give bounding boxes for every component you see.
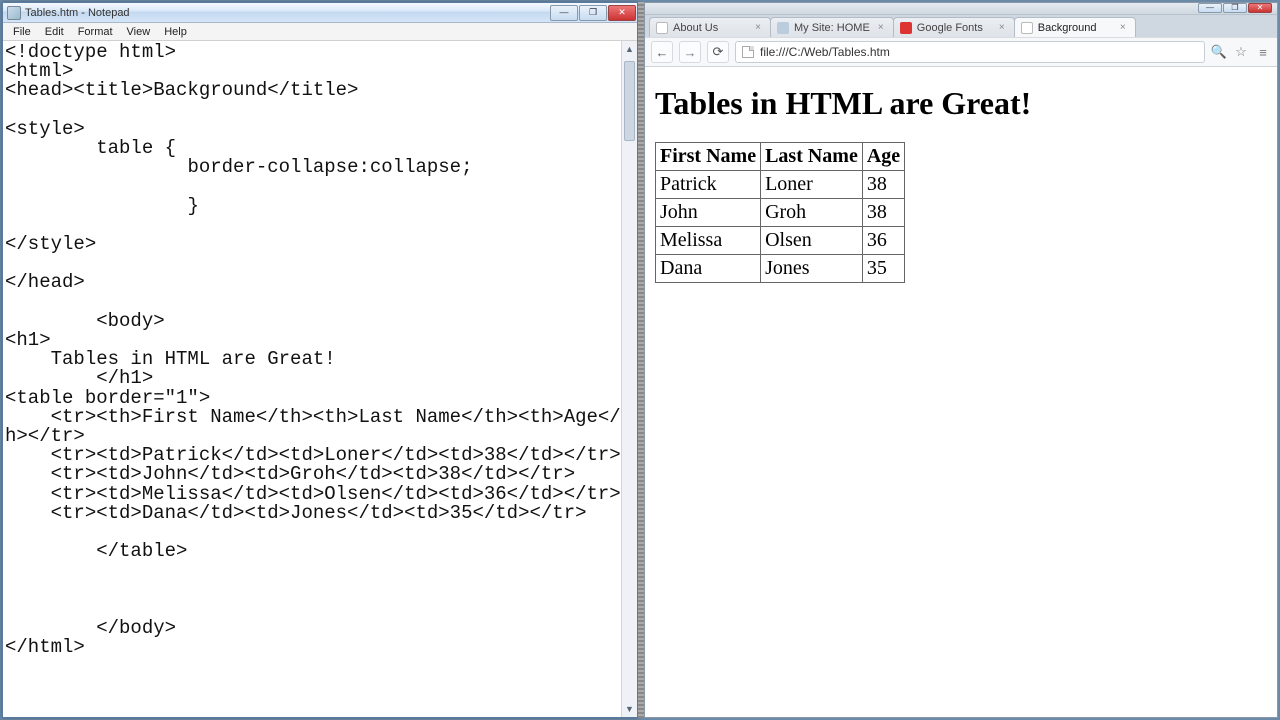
scroll-thumb[interactable]: [624, 61, 635, 141]
scroll-down-arrow-icon[interactable]: ▼: [622, 701, 637, 717]
tab-about-us[interactable]: About Us ×: [649, 17, 771, 37]
table-header-row: First Name Last Name Age: [656, 143, 905, 171]
tab-close-icon[interactable]: ×: [752, 22, 764, 34]
page-heading: Tables in HTML are Great!: [655, 85, 1267, 122]
table-header: Age: [862, 143, 904, 171]
chrome-minimize-button[interactable]: —: [1198, 3, 1222, 13]
menu-hamburger-icon[interactable]: ≡: [1255, 44, 1271, 60]
table-header: First Name: [656, 143, 761, 171]
table-header: Last Name: [761, 143, 863, 171]
tab-label: Background: [1038, 22, 1112, 34]
notepad-titlebar[interactable]: Tables.htm - Notepad — ❐ ✕: [3, 3, 637, 23]
tab-close-icon[interactable]: ×: [996, 22, 1008, 34]
tab-background[interactable]: Background ×: [1014, 17, 1136, 37]
tab-label: About Us: [673, 22, 747, 34]
chrome-rendered-page[interactable]: Tables in HTML are Great! First Name Las…: [645, 67, 1277, 717]
table-row: Melissa Olsen 36: [656, 227, 905, 255]
chrome-tabstrip: About Us × My Site: HOME × Google Fonts …: [645, 15, 1277, 37]
tab-label: My Site: HOME: [794, 22, 870, 34]
chrome-close-button[interactable]: ✕: [1248, 3, 1272, 13]
menu-file[interactable]: File: [7, 25, 37, 39]
chrome-toolbar: ← → ⟳ file:///C:/Web/Tables.htm 🔍 ☆ ≡: [645, 37, 1277, 67]
close-button[interactable]: ✕: [608, 5, 636, 21]
tab-label: Google Fonts: [917, 22, 991, 34]
notepad-scrollbar[interactable]: ▲ ▼: [621, 41, 637, 717]
data-table: First Name Last Name Age Patrick Loner 3…: [655, 142, 905, 283]
notepad-body: <!doctype html> <html> <head><title>Back…: [3, 41, 637, 717]
tab-close-icon[interactable]: ×: [875, 22, 887, 34]
back-button[interactable]: ←: [651, 41, 673, 63]
address-bar[interactable]: file:///C:/Web/Tables.htm: [735, 41, 1205, 63]
menu-help[interactable]: Help: [158, 25, 193, 39]
menu-edit[interactable]: Edit: [39, 25, 70, 39]
notepad-title: Tables.htm - Notepad: [25, 7, 550, 19]
url-text: file:///C:/Web/Tables.htm: [760, 45, 890, 59]
notepad-text-area[interactable]: <!doctype html> <html> <head><title>Back…: [3, 41, 637, 717]
reload-button[interactable]: ⟳: [707, 41, 729, 63]
forward-button[interactable]: →: [679, 41, 701, 63]
menu-view[interactable]: View: [121, 25, 157, 39]
notepad-menubar: File Edit Format View Help: [3, 23, 637, 41]
tab-my-site-home[interactable]: My Site: HOME ×: [770, 17, 894, 37]
bookmark-star-icon[interactable]: ☆: [1233, 44, 1249, 60]
notepad-app-icon: [7, 6, 21, 20]
maximize-button[interactable]: ❐: [579, 5, 607, 21]
favicon-icon: [656, 22, 668, 34]
minimize-button[interactable]: —: [550, 5, 578, 21]
chrome-maximize-button[interactable]: ❐: [1223, 3, 1247, 13]
notepad-window: Tables.htm - Notepad — ❐ ✕ File Edit For…: [2, 2, 638, 718]
favicon-icon: [777, 22, 789, 34]
chrome-window: — ❐ ✕ About Us × My Site: HOME × Google …: [644, 2, 1278, 718]
table-row: Patrick Loner 38: [656, 171, 905, 199]
scroll-up-arrow-icon[interactable]: ▲: [622, 41, 637, 57]
zoom-icon[interactable]: 🔍: [1211, 44, 1227, 60]
favicon-icon: [1021, 22, 1033, 34]
tab-google-fonts[interactable]: Google Fonts ×: [893, 17, 1015, 37]
chrome-frame-top[interactable]: — ❐ ✕: [645, 3, 1277, 15]
table-row: John Groh 38: [656, 199, 905, 227]
favicon-icon: [900, 22, 912, 34]
tab-close-icon[interactable]: ×: [1117, 22, 1129, 34]
menu-format[interactable]: Format: [72, 25, 119, 39]
table-row: Dana Jones 35: [656, 255, 905, 283]
file-icon: [742, 46, 754, 58]
